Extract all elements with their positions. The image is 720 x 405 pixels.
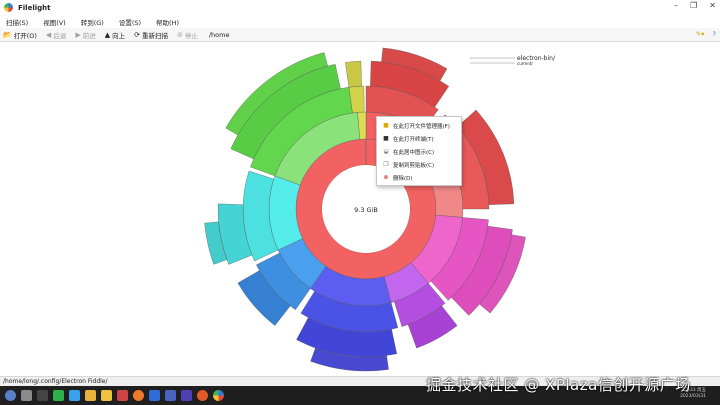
menu-go[interactable]: 转到(G) [81,17,104,27]
pencil-icon[interactable]: ✎▾ [696,30,705,38]
copy-icon: ❐ [383,161,389,168]
minimize-icon[interactable]: – [674,1,678,10]
up-button[interactable]: ▲ 向上 [105,30,125,40]
menu-settings[interactable]: 设置(S) [119,17,141,27]
wechat-icon[interactable] [53,390,64,401]
refresh-icon: ⟳ [134,30,140,39]
status-path: /home/long/.config/Electron Fiddle/ [3,378,108,385]
filelight-task-icon[interactable] [213,390,224,401]
delete-icon: ⊗ [383,174,389,181]
arrow-right-icon: ▶ [75,30,81,39]
window-controls: – ❐ ✕ [674,1,716,10]
center-size-label: 9.3 GiB [354,206,378,214]
maximize-icon[interactable]: ❐ [690,1,697,10]
arrow-up-icon: ▲ [104,30,111,39]
context-copy-clipboard[interactable]: ❐ 复制到剪贴板(C) [377,158,461,171]
folder-icon: ■ [383,122,389,129]
firefox-2-icon[interactable] [197,390,208,401]
stop-button[interactable]: ⊘ 停止 [177,30,198,40]
launcher-icon[interactable] [5,390,16,401]
toolbar: 📂 打开(O) ◀ 后退 ▶ 前进 ▲ 向上 ⟳ 重新扫描 ⊘ 停止 /home… [0,28,720,42]
close-icon[interactable]: ✕ [709,1,716,10]
context-delete[interactable]: ⊗ 删除(D) [377,171,461,184]
notes-icon[interactable] [101,390,112,401]
store-icon[interactable] [149,390,160,401]
menu-scan[interactable]: 扫描(S) [6,17,28,27]
arrow-left-icon: ◀ [45,30,52,39]
browser-icon[interactable] [181,390,192,401]
clock: 17:33 周五 2023/03/31 [680,388,706,400]
folder-app-icon[interactable] [85,390,96,401]
settings-app-icon[interactable] [165,390,176,401]
context-center-map[interactable]: ◒ 在此居中图示(C) [377,145,461,158]
rescan-button[interactable]: ⟳ 重新扫描 [134,30,168,40]
context-open-terminal[interactable]: ■ 在此打开终端(T) [377,132,461,145]
segment-ring4-8[interactable] [345,60,362,88]
folder-open-icon: 📂 [3,30,12,39]
center-icon: ◒ [383,148,389,155]
title-bar: Filelight – ❐ ✕ [0,0,720,15]
menu-view[interactable]: 视图(V) [43,17,66,27]
open-button[interactable]: 📂 打开(O) [3,30,37,40]
firefox-icon[interactable] [133,390,144,401]
files-icon[interactable] [21,390,32,401]
label-current: current/ [517,61,533,66]
stop-icon: ⊘ [176,30,183,39]
menu-help[interactable]: 帮助(H) [156,17,179,27]
location-path[interactable]: /home [209,31,230,39]
help-icon[interactable]: ? [713,30,716,38]
watermark: 掘金技术社区 @ XPlaza信创开源广场 [426,376,691,394]
toolbar-right: ✎▾ ? [696,30,716,38]
window-title: Filelight [18,3,51,12]
terminal-icon: ■ [383,135,389,142]
radial-map[interactable]: 9.3 GiB electron-bin/ current/ [0,42,720,376]
terminal-app-icon[interactable] [37,390,48,401]
context-menu: ■ 在此打开文件管理器(F) ■ 在此打开终端(T) ◒ 在此居中图示(C) ❐… [376,116,462,186]
radial-map-canvas[interactable]: 9.3 GiB electron-bin/ current/ [0,42,720,376]
editor-icon[interactable] [117,390,128,401]
filelight-app-icon [4,3,13,12]
clock-date: 2023/03/31 [680,394,706,399]
forward-button[interactable]: ▶ 前进 [75,30,95,40]
menu-bar: 扫描(S) 视图(V) 转到(G) 设置(S) 帮助(H) [0,15,720,28]
back-button[interactable]: ◀ 后退 [46,30,66,40]
chat-icon[interactable] [69,390,80,401]
context-open-file-manager[interactable]: ■ 在此打开文件管理器(F) [377,119,461,132]
